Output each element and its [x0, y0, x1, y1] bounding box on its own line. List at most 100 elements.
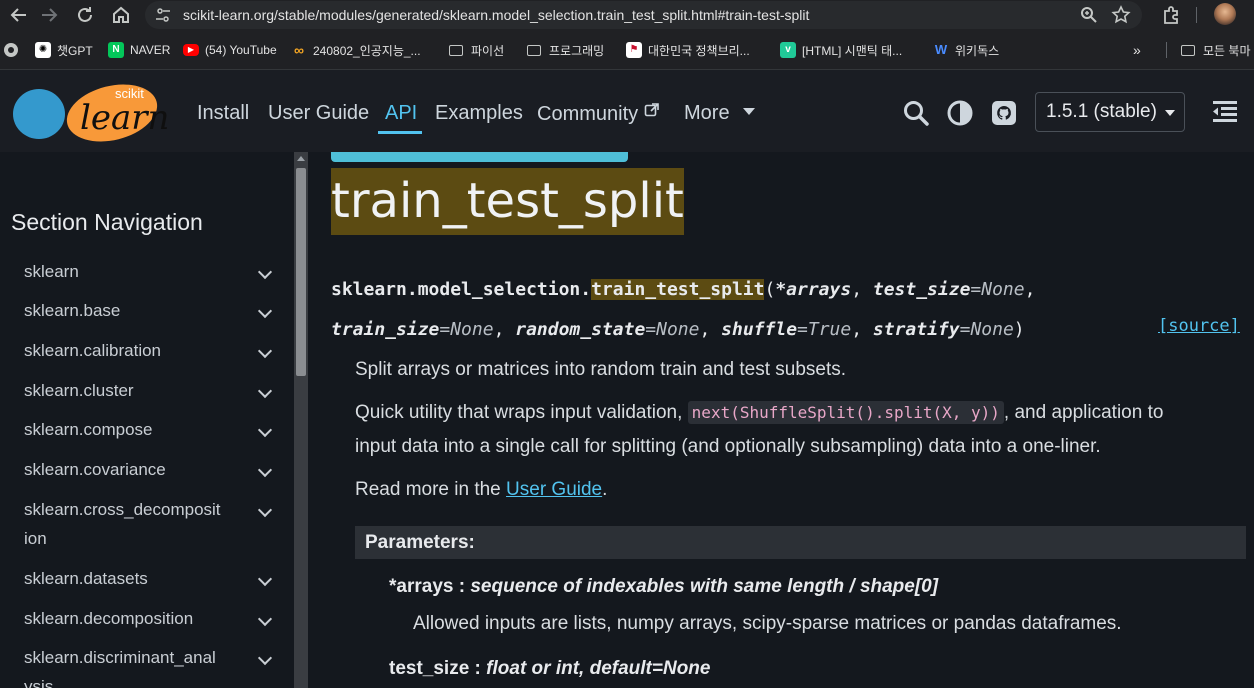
sidebar-item-sklearn-decomposition[interactable]: sklearn.decomposition	[24, 604, 274, 633]
user-guide-link[interactable]: User Guide	[506, 479, 602, 500]
bookmark-label: 대한민국 정책브리...	[648, 43, 750, 58]
bookmark-folder-programming[interactable]: 프로그래밍	[527, 41, 604, 59]
source-link[interactable]: [source]	[1158, 316, 1240, 336]
sidebar-item-sklearn-cluster[interactable]: sklearn.cluster	[24, 376, 274, 405]
search-icon[interactable]	[902, 99, 930, 127]
github-icon[interactable]	[990, 99, 1018, 127]
chevron-down-icon[interactable]	[257, 383, 273, 399]
sidebar-item-label-continued: ysis	[24, 677, 54, 688]
param-colon: :	[469, 658, 487, 679]
page-title: train_test_split	[331, 168, 684, 235]
youtube-icon: ▶	[183, 44, 199, 56]
loop-icon: ∞	[294, 42, 304, 58]
more-bookmarks-label: »	[1133, 42, 1141, 58]
bookmark-all-folder[interactable]: 모든 북마	[1181, 41, 1251, 59]
bookmark-korea-policy[interactable]: ⚑ 대한민국 정책브리...	[626, 41, 750, 59]
signature-default: =None	[959, 319, 1014, 340]
caret-down-icon	[1165, 110, 1175, 116]
nav-api[interactable]: API	[385, 102, 417, 125]
parameters-header: Parameters:	[355, 526, 1246, 559]
signature-default: =None	[439, 319, 494, 340]
bookmark-naver[interactable]: N NAVER	[108, 41, 170, 59]
sidebar-item-sklearn-discriminant-analysis[interactable]: sklearn.discriminant_anal ysis	[24, 643, 274, 688]
sidebar-item-label: sklearn.cluster	[24, 381, 134, 400]
secondary-sidebar-toggle-icon[interactable]	[1210, 97, 1240, 125]
scroll-up-arrow-icon[interactable]	[297, 156, 305, 161]
sidebar-item-sklearn-datasets[interactable]: sklearn.datasets	[24, 564, 274, 593]
chevron-down-icon[interactable]	[257, 571, 273, 587]
bookmark-chatgpt[interactable]: ✺ 챗GPT	[35, 41, 93, 59]
bookmark-label: [HTML] 시맨틱 태...	[802, 43, 903, 58]
chevron-down-icon[interactable]	[257, 502, 273, 518]
signature-separator: ,	[851, 319, 873, 340]
profile-avatar[interactable]	[1214, 3, 1236, 25]
chevron-down-icon[interactable]	[257, 611, 273, 627]
theme-toggle-icon[interactable]	[946, 99, 974, 127]
param-name: *arrays	[389, 576, 454, 597]
bookmark-youtube[interactable]: ▶ (54) YouTube	[183, 41, 277, 59]
home-icon[interactable]	[109, 3, 133, 27]
reload-icon[interactable]	[73, 3, 97, 27]
signature-param-arrays: *arrays	[775, 279, 852, 300]
scrollbar-thumb[interactable]	[296, 168, 306, 376]
nav-examples[interactable]: Examples	[435, 102, 523, 125]
bookmarks-divider	[1166, 42, 1167, 58]
address-bar[interactable]: scikit-learn.org/stable/modules/generate…	[145, 1, 1142, 29]
main-content: train_test_split sklearn.model_selection…	[308, 152, 1254, 688]
chevron-down-icon[interactable]	[257, 650, 273, 666]
bookmark-label: 프로그래밍	[549, 43, 605, 58]
chevron-down-icon[interactable]	[257, 462, 273, 478]
param-type: sequence of indexables with same length …	[470, 576, 939, 597]
sidebar-item-sklearn-covariance[interactable]: sklearn.covariance	[24, 455, 274, 484]
chevron-down-icon[interactable]	[257, 343, 273, 359]
sidebar-item-sklearn[interactable]: sklearn	[24, 257, 274, 286]
bookmarks-apps-icon[interactable]	[3, 41, 19, 59]
nav-more-dropdown[interactable]: More	[684, 102, 756, 125]
back-icon[interactable]	[7, 3, 31, 27]
forward-icon[interactable]	[37, 3, 61, 27]
browser-toolbar: scikit-learn.org/stable/modules/generate…	[0, 0, 1254, 30]
zoom-icon[interactable]	[1079, 5, 1099, 25]
bookmark-wikidocs[interactable]: W 위키독스	[933, 41, 999, 59]
sidebar-item-sklearn-cross-decomposition[interactable]: sklearn.cross_decomposit ion	[24, 495, 274, 553]
param-colon: :	[453, 576, 471, 597]
bookmark-star-icon[interactable]	[1111, 5, 1131, 25]
sidebar-scrollbar[interactable]	[294, 152, 308, 688]
version-switcher[interactable]: 1.5.1 (stable)	[1035, 92, 1185, 132]
nav-install[interactable]: Install	[197, 102, 249, 125]
bookmark-label: 챗GPT	[57, 43, 93, 58]
bookmark-folder-python[interactable]: 파이선	[449, 41, 504, 59]
sidebar-item-sklearn-base[interactable]: sklearn.base	[24, 296, 274, 325]
chevron-down-icon[interactable]	[257, 264, 273, 280]
nav-community[interactable]: Community	[537, 102, 660, 126]
extensions-icon[interactable]	[1160, 3, 1184, 27]
param-arrays-description: Allowed inputs are lists, numpy arrays, …	[413, 613, 1122, 634]
signature-paren-close: )	[1013, 319, 1025, 340]
bookmark-label: NAVER	[130, 43, 171, 57]
folder-icon	[449, 44, 463, 56]
sidebar-item-label: sklearn.base	[24, 301, 121, 320]
bookmark-ai-course[interactable]: ∞ 240802_인공지능_...	[291, 41, 421, 59]
chevron-down-icon[interactable]	[257, 303, 273, 319]
version-label: 1.5.1 (stable)	[1046, 101, 1157, 122]
more-bookmarks-button[interactable]: »	[1133, 41, 1141, 59]
url-text[interactable]: scikit-learn.org/stable/modules/generate…	[183, 7, 809, 23]
param-test-size: test_size : float or int, default=None	[389, 658, 710, 680]
signature-default: =True	[797, 319, 852, 340]
signature-separator: ,	[1024, 279, 1036, 300]
breadcrumb-bar-edge	[331, 152, 628, 162]
chevron-down-icon[interactable]	[257, 422, 273, 438]
site-settings-icon[interactable]	[155, 7, 171, 23]
naver-icon: N	[108, 42, 124, 58]
nav-user-guide[interactable]: User Guide	[268, 102, 369, 125]
signature-module: sklearn.model_selection.	[331, 279, 592, 300]
sidebar-item-sklearn-calibration[interactable]: sklearn.calibration	[24, 336, 274, 365]
sidebar-item-sklearn-compose[interactable]: sklearn.compose	[24, 415, 274, 444]
bookmark-label: 파이선	[471, 43, 505, 58]
param-arrays: *arrays : sequence of indexables with sa…	[389, 576, 938, 598]
bookmark-html-semantic[interactable]: v [HTML] 시맨틱 태...	[780, 41, 902, 59]
read-more-prefix: Read more in the	[355, 479, 501, 500]
scikit-learn-logo[interactable]: scikit learn	[12, 82, 182, 142]
signature-param-random-state: random_state	[515, 319, 646, 340]
toolbar-divider	[1196, 7, 1197, 23]
